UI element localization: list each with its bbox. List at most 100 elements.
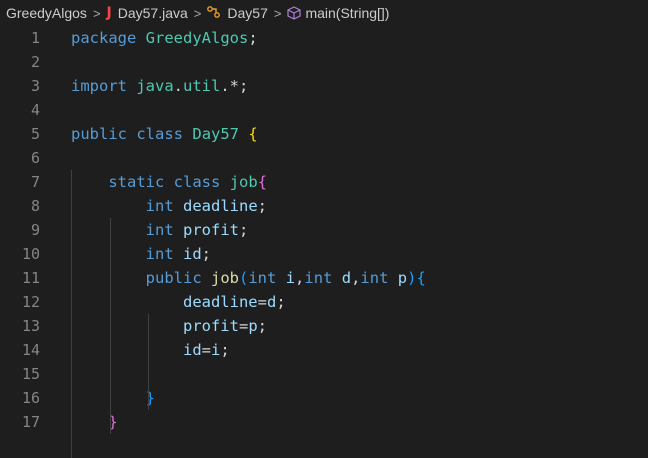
code-token: =: [238, 317, 249, 335]
code-token: ;: [248, 29, 258, 47]
code-text: }: [71, 413, 648, 431]
code-line[interactable]: 15: [0, 362, 648, 386]
code-token: {: [257, 173, 268, 191]
breadcrumb-item-file[interactable]: J Day57.java: [107, 5, 188, 21]
code-line[interactable]: 10 int id;: [0, 242, 648, 266]
code-token: deadline: [183, 197, 258, 215]
code-token: profit: [183, 221, 239, 239]
code-token: deadline: [182, 293, 258, 311]
code-token: job: [229, 173, 258, 191]
line-number: 13: [21, 317, 40, 335]
line-number: 6: [30, 149, 40, 167]
code-token: util: [183, 77, 221, 95]
line-number: 10: [21, 245, 40, 263]
code-line[interactable]: 14 id=i;: [0, 338, 648, 362]
chevron-right-icon: >: [193, 5, 202, 21]
line-number: 7: [30, 173, 40, 191]
code-line[interactable]: 9 int profit;: [0, 218, 648, 242]
code-line[interactable]: 12 deadline=d;: [0, 290, 648, 314]
code-token: p: [397, 269, 408, 287]
line-number: 2: [30, 53, 40, 71]
indent-guide: [110, 218, 111, 434]
code-text: import java.util.*;: [71, 77, 648, 95]
code-line[interactable]: 3 import java.util.*;: [0, 74, 648, 98]
code-line[interactable]: 13 profit=p;: [0, 314, 648, 338]
line-number: 15: [21, 365, 40, 383]
code-text: static class job{: [71, 173, 648, 191]
code-token: .*;: [220, 77, 249, 95]
code-text: public class Day57 {: [71, 125, 648, 143]
code-token: int: [248, 269, 277, 287]
chevron-right-icon: >: [92, 5, 101, 21]
code-line[interactable]: 7 static class job{: [0, 170, 648, 194]
line-number: 8: [30, 197, 40, 215]
code-token: GreedyAlgos: [145, 29, 249, 47]
line-number: 5: [30, 125, 40, 143]
code-text: int deadline;: [71, 197, 648, 215]
code-line[interactable]: 11 public job(int i,int d,int p){: [0, 266, 648, 290]
code-token: Day57: [192, 125, 240, 143]
breadcrumb-method-label: main(String[]): [305, 5, 390, 21]
code-token: public: [145, 269, 202, 287]
code-text: profit=p;: [71, 317, 648, 335]
code-line[interactable]: 1 package GreedyAlgos;: [0, 26, 648, 50]
code-token: int: [360, 269, 389, 287]
code-token: id: [182, 341, 202, 359]
code-token: ;: [257, 197, 267, 215]
code-token: package: [71, 29, 137, 47]
code-line[interactable]: 5 public class Day57 {: [0, 122, 648, 146]
line-number: 14: [21, 341, 40, 359]
line-number: 11: [21, 269, 40, 287]
code-token: ;: [276, 293, 286, 311]
code-text: deadline=d;: [71, 293, 648, 311]
code-line[interactable]: 6: [0, 146, 648, 170]
breadcrumb-item-folder[interactable]: GreedyAlgos: [6, 5, 87, 21]
code-token: =: [257, 293, 267, 311]
line-number: 12: [21, 293, 40, 311]
code-text: int id;: [71, 245, 648, 263]
code-line[interactable]: 17 }: [0, 410, 648, 434]
method-icon: [287, 6, 302, 20]
breadcrumb-item-method[interactable]: main(String[]): [287, 5, 389, 21]
code-token: .: [173, 77, 184, 95]
code-text: package GreedyAlgos;: [71, 29, 648, 47]
code-token: id: [183, 245, 202, 263]
code-token: {: [248, 125, 258, 143]
breadcrumb-folder-label: GreedyAlgos: [6, 5, 87, 21]
code-line[interactable]: 16 }: [0, 386, 648, 410]
code-editor[interactable]: 1 package GreedyAlgos; 2 3 import java.util.…: [0, 26, 648, 458]
code-text: }: [71, 389, 648, 407]
code-line[interactable]: 4: [0, 98, 648, 122]
indent-guide: [148, 314, 149, 410]
code-token: import: [71, 77, 127, 95]
code-token: public: [71, 125, 127, 143]
breadcrumb-item-class[interactable]: Day57: [207, 5, 268, 21]
line-number: 1: [30, 29, 40, 47]
code-token: ;: [220, 341, 230, 359]
code-token: int: [145, 197, 174, 215]
code-line[interactable]: 8 int deadline;: [0, 194, 648, 218]
code-text: id=i;: [71, 341, 648, 359]
code-token: int: [145, 245, 174, 263]
code-token: ;: [239, 221, 249, 239]
code-token: static: [108, 173, 165, 191]
breadcrumb: GreedyAlgos > J Day57.java > Day57 > mai…: [0, 0, 648, 26]
breadcrumb-file-label: Day57.java: [117, 5, 188, 21]
line-number: 3: [30, 77, 40, 95]
code-line[interactable]: 2: [0, 50, 648, 74]
code-token: java: [136, 77, 174, 95]
code-token: ,: [295, 269, 305, 287]
code-token: class: [136, 125, 184, 143]
indent-guide: [71, 170, 72, 458]
